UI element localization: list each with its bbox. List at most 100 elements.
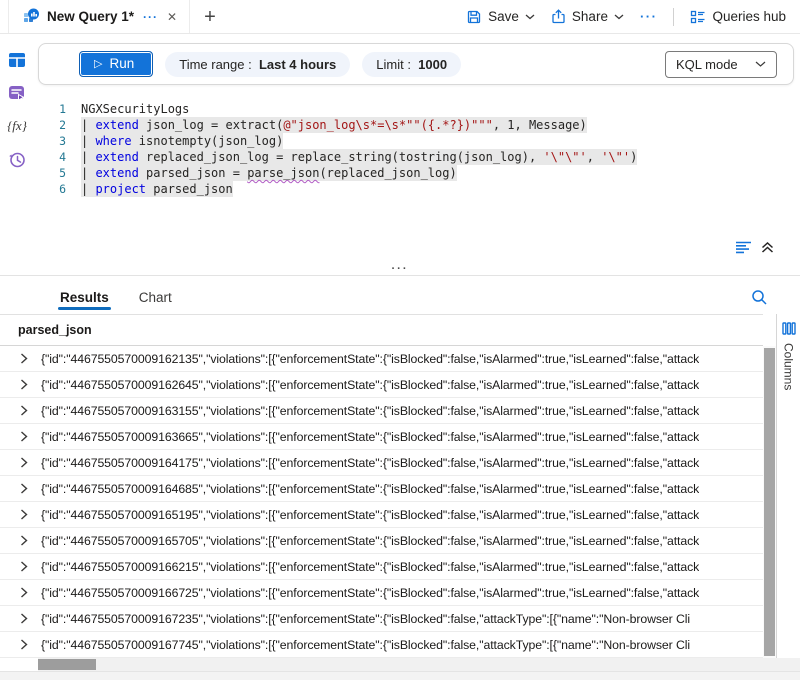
- line-number: 2: [36, 117, 66, 133]
- queryset-icon[interactable]: [8, 85, 26, 101]
- collapse-editor-icon[interactable]: [761, 241, 774, 254]
- share-button[interactable]: Share: [551, 9, 624, 25]
- search-icon[interactable]: [751, 289, 768, 306]
- limit-label: Limit :: [376, 57, 411, 72]
- tab-chart[interactable]: Chart: [137, 284, 174, 314]
- kql-mode-select[interactable]: KQL mode: [665, 51, 777, 78]
- code-text[interactable]: | extend parsed_json = parse_json(replac…: [81, 165, 457, 181]
- new-tab-button[interactable]: +: [204, 7, 216, 27]
- code-text[interactable]: | where isnotempty(json_log): [81, 133, 283, 149]
- run-button[interactable]: ▷ Run: [79, 51, 153, 77]
- table-row[interactable]: {"id":"4467550570009165195","violations"…: [0, 502, 763, 528]
- table-row[interactable]: {"id":"4467550570009162645","violations"…: [0, 372, 763, 398]
- history-icon[interactable]: [8, 151, 26, 168]
- horizontal-scrollbar[interactable]: [0, 658, 800, 671]
- line-number: 4: [36, 149, 66, 165]
- table-row[interactable]: {"id":"4467550570009164175","violations"…: [0, 450, 763, 476]
- row-expand-icon[interactable]: [20, 561, 28, 572]
- more-commands-icon[interactable]: ···: [640, 9, 658, 24]
- row-expand-icon[interactable]: [20, 405, 28, 416]
- tables-icon[interactable]: [8, 52, 26, 68]
- time-range-pill[interactable]: Time range : Last 4 hours: [165, 52, 350, 77]
- parsed-json-cell[interactable]: {"id":"4467550570009166215","violations"…: [41, 560, 699, 574]
- parsed-json-cell[interactable]: {"id":"4467550570009162135","violations"…: [41, 352, 699, 366]
- code-line-6[interactable]: 6 | project parsed_json: [36, 181, 800, 197]
- parsed-json-cell[interactable]: {"id":"4467550570009165195","violations"…: [41, 508, 699, 522]
- save-icon: [466, 9, 482, 25]
- save-button[interactable]: Save: [466, 9, 535, 25]
- queries-hub-icon: [690, 10, 706, 24]
- row-expand-icon[interactable]: [20, 379, 28, 390]
- adx-app-icon: [23, 8, 40, 25]
- column-header-parsed-json[interactable]: parsed_json: [0, 314, 763, 346]
- tab-results[interactable]: Results: [58, 284, 111, 314]
- table-row[interactable]: {"id":"4467550570009167745","violations"…: [0, 632, 763, 658]
- code-text[interactable]: | extend replaced_json_log = replace_str…: [81, 149, 637, 165]
- row-expand-icon[interactable]: [20, 353, 28, 364]
- line-number: 1: [36, 101, 66, 117]
- columns-side-panel[interactable]: Columns: [776, 314, 800, 658]
- parsed-json-cell[interactable]: {"id":"4467550570009164175","violations"…: [41, 456, 699, 470]
- parsed-json-cell[interactable]: {"id":"4467550570009165705","violations"…: [41, 534, 699, 548]
- query-toolbar: ▷ Run Time range : Last 4 hours Limit : …: [38, 43, 794, 85]
- row-expand-icon[interactable]: [20, 613, 28, 624]
- table-row[interactable]: {"id":"4467550570009164685","violations"…: [0, 476, 763, 502]
- code-line-5[interactable]: 5| extend parsed_json = parse_json(repla…: [36, 165, 800, 181]
- functions-icon[interactable]: {fx}: [7, 118, 27, 134]
- parsed-json-cell[interactable]: {"id":"4467550570009163665","violations"…: [41, 430, 699, 444]
- horizontal-scroll-track[interactable]: [38, 658, 800, 671]
- limit-value: 1000: [418, 57, 447, 72]
- row-expand-icon[interactable]: [20, 457, 28, 468]
- queries-hub-button[interactable]: Queries hub: [690, 9, 786, 24]
- horizontal-scroll-thumb[interactable]: [38, 659, 96, 670]
- query-editor[interactable]: 1 NGXSecurityLogs 2 | extend json_log = ext…: [34, 91, 800, 262]
- row-expand-icon[interactable]: [20, 587, 28, 598]
- row-expand-icon[interactable]: [20, 535, 28, 546]
- parsed-json-cell[interactable]: {"id":"4467550570009164685","violations"…: [41, 482, 699, 496]
- results-tabs: Results Chart: [0, 276, 800, 314]
- save-label: Save: [488, 9, 519, 24]
- chevron-down-icon: [525, 14, 535, 20]
- results-vertical-scrollbar[interactable]: [763, 346, 776, 658]
- left-rail: {fx}: [0, 34, 34, 262]
- columns-icon[interactable]: [782, 322, 796, 335]
- code-line-2[interactable]: 2 | extend json_log = extract(@"json_log\…: [36, 117, 800, 133]
- table-row[interactable]: {"id":"4467550570009165705","violations"…: [0, 528, 763, 554]
- limit-pill[interactable]: Limit : 1000: [362, 52, 461, 77]
- results-panel: Results Chart parsed_json {"id":"4467550…: [0, 276, 800, 658]
- row-expand-icon[interactable]: [20, 483, 28, 494]
- parsed-json-cell[interactable]: {"id":"4467550570009166725","violations"…: [41, 586, 699, 600]
- parsed-json-cell[interactable]: {"id":"4467550570009163155","violations"…: [41, 404, 699, 418]
- table-row[interactable]: {"id":"4467550570009163155","violations"…: [0, 398, 763, 424]
- editor-format-icon[interactable]: [735, 241, 752, 254]
- line-number: 6: [36, 181, 66, 197]
- command-divider: [673, 8, 674, 26]
- parsed-json-cell[interactable]: {"id":"4467550570009167235","violations"…: [41, 612, 690, 626]
- table-row[interactable]: {"id":"4467550570009163665","violations"…: [0, 424, 763, 450]
- parsed-json-cell[interactable]: {"id":"4467550570009162645","violations"…: [41, 378, 699, 392]
- row-expand-icon[interactable]: [20, 509, 28, 520]
- command-bar: Save Share ···: [466, 0, 800, 33]
- window-footer-strip: [0, 671, 800, 680]
- code-line-3[interactable]: 3| where isnotempty(json_log): [36, 133, 800, 149]
- tab-more-icon[interactable]: ···: [143, 10, 158, 24]
- splitter-handle-icon[interactable]: ···: [0, 264, 800, 275]
- code-line-4[interactable]: 4 | extend replaced_json_log = replace_st…: [36, 149, 800, 165]
- table-row[interactable]: {"id":"4467550570009166725","violations"…: [0, 580, 763, 606]
- row-expand-icon[interactable]: [20, 431, 28, 442]
- table-row[interactable]: {"id":"4467550570009167235","violations"…: [0, 606, 763, 632]
- row-expand-icon[interactable]: [20, 639, 28, 650]
- parsed-json-cell[interactable]: {"id":"4467550570009167745","violations"…: [41, 638, 690, 652]
- code-line-1[interactable]: 1 NGXSecurityLogs: [36, 101, 800, 117]
- code-text[interactable]: | project parsed_json: [81, 181, 233, 197]
- chevron-down-icon: [614, 14, 624, 20]
- tab-close-icon[interactable]: ✕: [167, 10, 177, 24]
- time-range-label: Time range :: [179, 57, 252, 72]
- table-row[interactable]: {"id":"4467550570009166215","violations"…: [0, 554, 763, 580]
- code-text[interactable]: | extend json_log = extract(@"json_log\s…: [81, 117, 587, 133]
- query-tab[interactable]: New Query 1* ··· ✕: [8, 0, 190, 33]
- vertical-scroll-thumb[interactable]: [764, 348, 775, 656]
- table-row[interactable]: {"id":"4467550570009162135","violations"…: [0, 346, 763, 372]
- panel-splitter[interactable]: ···: [0, 262, 800, 276]
- code-text[interactable]: NGXSecurityLogs: [81, 101, 189, 117]
